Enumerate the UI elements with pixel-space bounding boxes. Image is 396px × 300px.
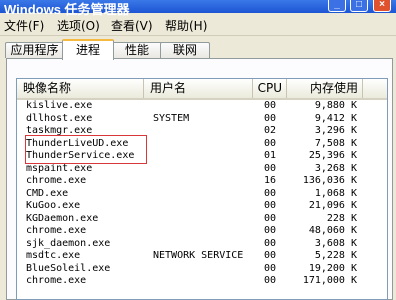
tab-performance[interactable]: 性能 <box>112 42 162 58</box>
menu-file[interactable]: 文件(F) <box>4 17 44 34</box>
process-name: KGDaemon.exe <box>26 212 99 224</box>
process-cpu: 00 <box>264 112 277 124</box>
process-name: chrome.exe <box>26 275 87 286</box>
process-mem: 136,036 K <box>302 175 357 186</box>
menu-bar: 文件(F) 选项(O) 查看(V) 帮助(H) <box>0 13 396 36</box>
table-row[interactable]: sjk_daemon.exe 00 3,608 K <box>17 238 387 251</box>
process-user: SYSTEM <box>153 112 190 124</box>
process-mem: 7,508 K <box>314 137 357 149</box>
table-row[interactable]: chrome.exe 00 48,060 K <box>17 225 387 238</box>
process-cpu: 16 <box>264 175 277 186</box>
column-header-cpu[interactable]: CPU <box>253 79 287 98</box>
process-cpu: 00 <box>264 262 277 274</box>
process-cpu: 00 <box>264 225 277 236</box>
table-row[interactable]: BlueSoleil.exe 00 19,200 K <box>17 263 387 276</box>
maximize-button[interactable]: □ <box>350 0 368 12</box>
process-name: chrome.exe <box>26 175 87 186</box>
menu-options[interactable]: 选项(O) <box>57 17 100 34</box>
process-name: BlueSoleil.exe <box>26 262 111 274</box>
menu-view[interactable]: 查看(V) <box>111 17 153 34</box>
menu-help[interactable]: 帮助(H) <box>165 17 207 34</box>
process-name: ThunderLiveUD.exe <box>26 137 129 149</box>
table-row[interactable]: msdtc.exe NETWORK SERVICE 00 5,228 K <box>17 250 387 263</box>
process-cpu: 00 <box>264 187 277 199</box>
process-mem: 21,096 K <box>308 200 357 211</box>
table-row[interactable]: CMD.exe 00 1,068 K <box>17 188 387 201</box>
minimize-button[interactable]: _ <box>328 0 346 12</box>
process-cpu: 00 <box>264 137 277 149</box>
process-cpu: 00 <box>264 100 277 111</box>
table-row[interactable]: taskmgr.exe 02 3,296 K <box>17 125 387 138</box>
process-name: sjk_daemon.exe <box>26 237 111 249</box>
title-bar[interactable]: Windows 任务管理器 _ □ × <box>0 0 396 17</box>
process-name: mspaint.exe <box>26 162 93 174</box>
table-row[interactable]: mspaint.exe 00 3,268 K <box>17 163 387 176</box>
process-name: kislive.exe <box>26 100 93 111</box>
column-header-mem-usage[interactable]: 内存使用 <box>287 79 363 98</box>
process-mem: 5,228 K <box>314 250 357 261</box>
process-mem: 9,880 K <box>314 100 357 111</box>
process-name: dllhost.exe <box>26 112 93 124</box>
process-user: NETWORK SERVICE <box>153 250 244 261</box>
tab-networking[interactable]: 联网 <box>160 42 210 58</box>
process-name: msdtc.exe <box>26 250 81 261</box>
table-row[interactable]: dllhost.exe SYSTEM 00 9,412 K <box>17 113 387 126</box>
process-mem: 3,296 K <box>314 125 357 136</box>
process-mem: 171,000 K <box>302 275 357 286</box>
process-mem: 48,060 K <box>308 225 357 236</box>
process-rows: kislive.exe 00 9,880 K dllhost.exe SYSTEM 00… <box>17 100 387 288</box>
table-row[interactable]: ThunderLiveUD.exe 00 7,508 K <box>17 138 387 151</box>
process-cpu: 00 <box>264 250 277 261</box>
process-mem: 1,068 K <box>314 187 357 199</box>
list-header: 映像名称 用户名 CPU 内存使用 <box>17 79 387 100</box>
table-row[interactable]: kislive.exe 00 9,880 K <box>17 100 387 113</box>
process-name: chrome.exe <box>26 225 87 236</box>
process-name: ThunderService.exe <box>26 150 135 161</box>
tab-applications[interactable]: 应用程序 <box>5 42 64 58</box>
process-name: taskmgr.exe <box>26 125 93 136</box>
column-header-image-name[interactable]: 映像名称 <box>17 79 144 98</box>
process-cpu: 02 <box>264 125 277 136</box>
close-button[interactable]: × <box>373 0 391 12</box>
process-cpu: 00 <box>264 162 277 174</box>
process-name: CMD.exe <box>26 187 69 199</box>
tab-strip: 应用程序 进程 性能 联网 <box>0 36 396 60</box>
process-mem: 228 K <box>326 212 357 224</box>
process-cpu: 00 <box>264 237 277 249</box>
process-mem: 25,396 K <box>308 150 357 161</box>
process-cpu: 00 <box>264 200 277 211</box>
process-mem: 19,200 K <box>308 262 357 274</box>
process-mem: 9,412 K <box>314 112 357 124</box>
table-row[interactable]: chrome.exe 16 136,036 K <box>17 175 387 188</box>
table-row[interactable]: ThunderService.exe 01 25,396 K <box>17 150 387 163</box>
process-mem: 3,268 K <box>314 162 357 174</box>
process-list[interactable]: 映像名称 用户名 CPU 内存使用 kislive.exe 00 9,880 K d… <box>16 78 388 300</box>
process-cpu: 00 <box>264 275 277 286</box>
column-header-user-name[interactable]: 用户名 <box>144 79 253 98</box>
process-name: KuGoo.exe <box>26 200 81 211</box>
tab-processes[interactable]: 进程 <box>62 39 114 60</box>
process-cpu: 01 <box>264 150 277 161</box>
process-mem: 3,608 K <box>314 237 357 249</box>
table-row[interactable]: chrome.exe 00 171,000 K <box>17 275 387 288</box>
table-row[interactable]: KuGoo.exe 00 21,096 K <box>17 200 387 213</box>
table-row[interactable]: KGDaemon.exe 00 228 K <box>17 213 387 226</box>
process-cpu: 00 <box>264 212 277 224</box>
